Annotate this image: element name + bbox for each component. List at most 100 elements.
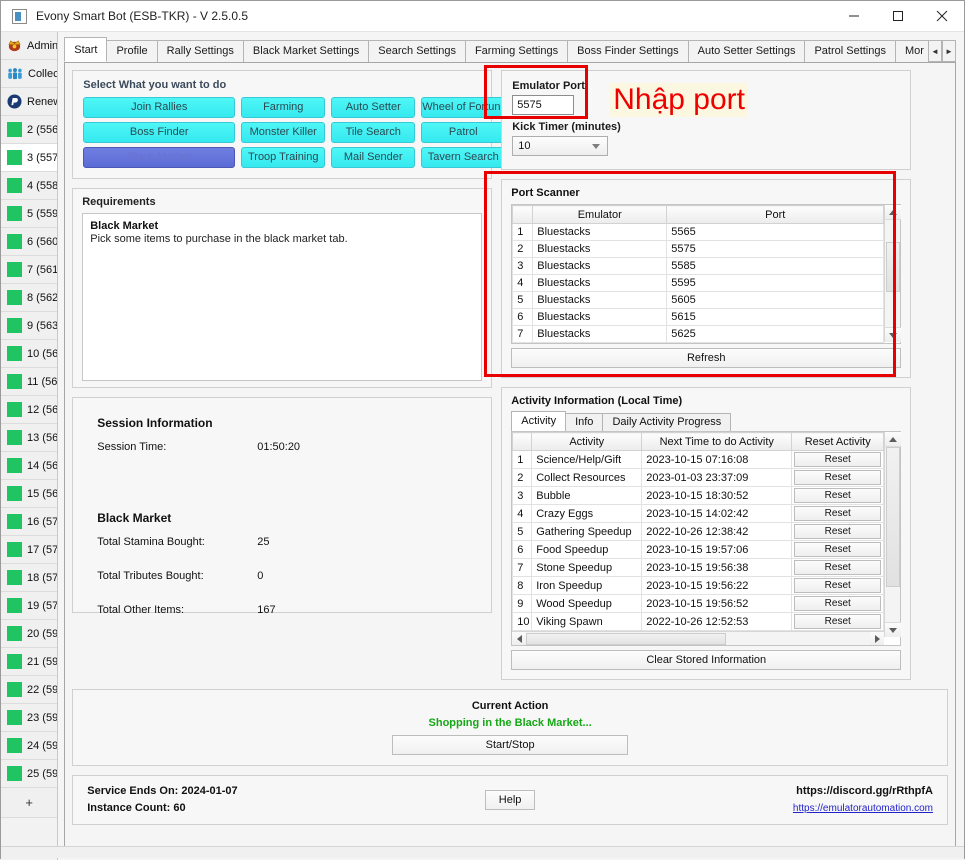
sidebar-item-instance-25[interactable]: 25 (5985) (1, 760, 57, 788)
reset-button[interactable]: Reset (794, 452, 881, 467)
refresh-button[interactable]: Refresh (511, 348, 901, 368)
scroll-up-arrow-icon[interactable] (885, 205, 901, 220)
activity-horizontal-scrollbar[interactable] (512, 631, 884, 645)
sidebar-item-instance-3[interactable]: 3 (5575) (1, 144, 57, 172)
reset-button[interactable]: Reset (794, 488, 881, 503)
sidebar-item-instance-16[interactable]: 16 (5705) (1, 508, 57, 536)
sidebar-item-renew[interactable]: Renew (1, 88, 57, 116)
tab-scroll-prev-button[interactable]: ◄ (928, 40, 942, 62)
website-link[interactable]: https://emulatorautomation.com (793, 800, 933, 817)
sidebar-item-instance-9[interactable]: 9 (5635) (1, 312, 57, 340)
kick-timer-select[interactable]: 10 (512, 136, 608, 156)
patrol-button[interactable]: Patrol (421, 122, 505, 143)
sidebar[interactable]: Admin Collective (1, 32, 58, 860)
tile-search-button[interactable]: Tile Search (331, 122, 415, 143)
reset-button[interactable]: Reset (794, 542, 881, 557)
table-row[interactable]: 9Wood Speedup2023-10-15 19:56:52Reset (513, 595, 884, 613)
scroll-right-arrow-icon[interactable] (870, 632, 884, 645)
sidebar-item-instance-19[interactable]: 19 (5735) (1, 592, 57, 620)
sidebar-item-instance-4[interactable]: 4 (5585) (1, 172, 57, 200)
help-button[interactable]: Help (485, 790, 535, 810)
auto-setter-button[interactable]: Auto Setter (331, 97, 415, 118)
cell-reset[interactable]: Reset (792, 487, 884, 505)
tab-boss-finder-settings[interactable]: Boss Finder Settings (567, 40, 689, 62)
table-row[interactable]: 5Bluestacks5605 (513, 292, 884, 309)
tab-info[interactable]: Info (565, 413, 603, 431)
reset-button[interactable]: Reset (794, 506, 881, 521)
sidebar-item-instance-17[interactable]: 17 (5715) (1, 536, 57, 564)
discord-link-text[interactable]: https://discord.gg/rRthpfA (793, 783, 933, 800)
cell-reset[interactable]: Reset (792, 523, 884, 541)
reset-button[interactable]: Reset (794, 560, 881, 575)
tab-rally-settings[interactable]: Rally Settings (157, 40, 244, 62)
tab-more[interactable]: Mor (895, 40, 929, 62)
sidebar-item-instance-20[interactable]: 20 (5935) (1, 620, 57, 648)
hscrollbar-track[interactable] (526, 633, 870, 645)
start-stop-button[interactable]: Start/Stop (392, 735, 628, 755)
table-row[interactable]: 4Crazy Eggs2023-10-15 14:02:42Reset (513, 505, 884, 523)
table-row[interactable]: 6Food Speedup2023-10-15 19:57:06Reset (513, 541, 884, 559)
sidebar-item-instance-7[interactable]: 7 (5615) (1, 256, 57, 284)
tab-scroll-next-button[interactable]: ► (942, 40, 956, 62)
sidebar-item-instance-13[interactable]: 13 (5675) (1, 424, 57, 452)
reset-button[interactable]: Reset (794, 596, 881, 611)
add-instance-button[interactable]: + (1, 788, 57, 818)
sidebar-item-instance-6[interactable]: 6 (5605) (1, 228, 57, 256)
wheel-of-fortune-button[interactable]: Wheel of Fortune (421, 97, 505, 118)
cell-reset[interactable]: Reset (792, 469, 884, 487)
reset-button[interactable]: Reset (794, 614, 881, 629)
mail-sender-button[interactable]: Mail Sender (331, 147, 415, 168)
table-row[interactable]: 2Bluestacks5575 (513, 241, 884, 258)
cell-reset[interactable]: Reset (792, 595, 884, 613)
sidebar-item-instance-2[interactable]: 2 (5565) (1, 116, 57, 144)
tavern-search-button[interactable]: Tavern Search (421, 147, 505, 168)
black-market-button[interactable]: Black Market (83, 147, 235, 168)
sidebar-item-instance-10[interactable]: 10 (5645) (1, 340, 57, 368)
farming-button[interactable]: Farming (241, 97, 325, 118)
reset-button[interactable]: Reset (794, 524, 881, 539)
table-row[interactable]: 1Science/Help/Gift2023-10-15 07:16:08Res… (513, 451, 884, 469)
tab-daily-activity-progress[interactable]: Daily Activity Progress (602, 413, 731, 431)
sidebar-item-instance-15[interactable]: 15 (5695) (1, 480, 57, 508)
action-button-grid[interactable]: Join Rallies Farming Auto Setter Wheel o… (83, 97, 481, 168)
tab-farming-settings[interactable]: Farming Settings (465, 40, 568, 62)
port-scanner-vertical-scrollbar[interactable] (884, 205, 900, 342)
tab-search-settings[interactable]: Search Settings (368, 40, 466, 62)
troop-training-button[interactable]: Troop Training (241, 147, 325, 168)
table-row[interactable]: 4Bluestacks5595 (513, 275, 884, 292)
scroll-left-arrow-icon[interactable] (512, 632, 526, 645)
scroll-down-arrow-icon[interactable] (885, 622, 901, 637)
monster-killer-button[interactable]: Monster Killer (241, 122, 325, 143)
sidebar-item-instance-11[interactable]: 11 (5655) (1, 368, 57, 396)
close-button[interactable] (920, 1, 964, 32)
cell-reset[interactable]: Reset (792, 541, 884, 559)
sidebar-item-instance-18[interactable]: 18 (5725) (1, 564, 57, 592)
sidebar-item-collective[interactable]: Collective (1, 60, 57, 88)
tab-patrol-settings[interactable]: Patrol Settings (804, 40, 896, 62)
minimize-button[interactable] (832, 1, 876, 32)
cell-reset[interactable]: Reset (792, 559, 884, 577)
sidebar-item-admin[interactable]: Admin (1, 32, 57, 60)
sidebar-item-instance-12[interactable]: 12 (5665) (1, 396, 57, 424)
tab-black-market-settings[interactable]: Black Market Settings (243, 40, 369, 62)
table-row[interactable]: 7Stone Speedup2023-10-15 19:56:38Reset (513, 559, 884, 577)
clear-stored-information-button[interactable]: Clear Stored Information (511, 650, 901, 670)
table-row[interactable]: 8Iron Speedup2023-10-15 19:56:22Reset (513, 577, 884, 595)
tab-profile[interactable]: Profile (106, 40, 157, 62)
table-row[interactable]: 3Bubble2023-10-15 18:30:52Reset (513, 487, 884, 505)
sidebar-item-instance-8[interactable]: 8 (5625) (1, 284, 57, 312)
join-rallies-button[interactable]: Join Rallies (83, 97, 235, 118)
activity-vertical-scrollbar[interactable] (884, 432, 900, 637)
reset-button[interactable]: Reset (794, 470, 881, 485)
table-row[interactable]: 1Bluestacks5565 (513, 224, 884, 241)
emulator-port-input[interactable] (512, 95, 574, 115)
table-row[interactable]: 3Bluestacks5585 (513, 258, 884, 275)
cell-reset[interactable]: Reset (792, 505, 884, 523)
table-row[interactable]: 2Collect Resources2023-01-03 23:37:09Res… (513, 469, 884, 487)
activity-tab-strip[interactable]: Activity Info Daily Activity Progress (511, 411, 901, 431)
maximize-button[interactable] (876, 1, 920, 32)
sidebar-item-instance-5[interactable]: 5 (5595) (1, 200, 57, 228)
sidebar-item-instance-24[interactable]: 24 (5975) (1, 732, 57, 760)
sidebar-item-instance-23[interactable]: 23 (5965) (1, 704, 57, 732)
sidebar-item-instance-14[interactable]: 14 (5685) (1, 452, 57, 480)
